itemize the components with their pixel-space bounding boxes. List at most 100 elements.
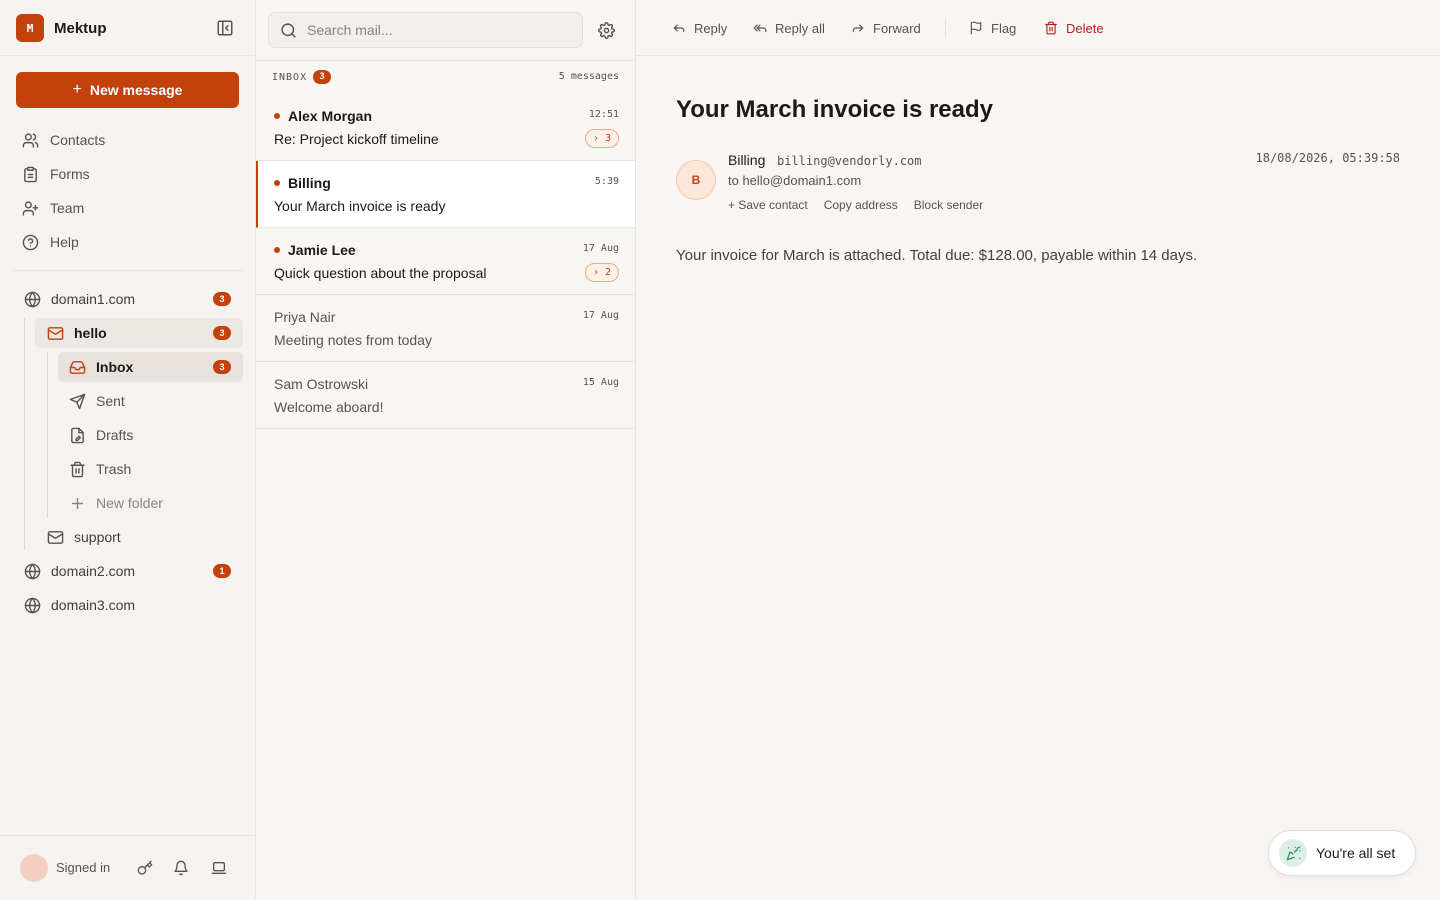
unread-badge: 3	[213, 360, 231, 374]
sender-name: Billing	[728, 152, 766, 168]
send-icon	[69, 393, 86, 409]
account-domain1[interactable]: domain1.com 3	[12, 284, 243, 314]
unread-badge: 3	[213, 292, 231, 306]
message-sender: Jamie Lee	[288, 242, 356, 258]
account-label: domain3.com	[51, 597, 136, 613]
unread-badge: 1	[213, 564, 231, 578]
account-label: domain2.com	[51, 563, 136, 579]
delete-label: Delete	[1066, 20, 1104, 36]
globe-icon	[24, 563, 41, 579]
mailbox-label: support	[74, 529, 121, 545]
search-input[interactable]	[307, 22, 567, 38]
new-folder-button[interactable]: New folder	[58, 488, 243, 518]
user-avatar[interactable]	[20, 854, 48, 882]
key-icon[interactable]	[137, 860, 153, 876]
folder-label: Sent	[96, 393, 125, 409]
plus-icon	[71, 497, 84, 509]
status-toast[interactable]: You're all set	[1268, 830, 1416, 876]
recipient-line: to hello@domain1.com	[728, 173, 862, 188]
message-date: 18/08/2026, 05:39:58	[1255, 151, 1401, 165]
message-row-selected[interactable]: Billing Your March invoice is ready 5:39	[256, 161, 635, 228]
new-message-label: New message	[89, 82, 183, 98]
unread-badge: 3	[313, 70, 332, 84]
mailbox-support[interactable]: support	[35, 522, 243, 552]
help-circle-icon	[22, 234, 39, 250]
reading-pane: Reply Reply all Forward Flag Delete Your…	[636, 0, 1440, 900]
message-sender: Billing	[288, 175, 331, 191]
mail-icon	[47, 326, 64, 340]
thread-count-badge[interactable]: › 3	[585, 129, 619, 148]
message-subject: Your March invoice is ready	[274, 198, 446, 214]
reply-label: Reply	[694, 20, 728, 36]
reply-all-button[interactable]: Reply all	[753, 18, 825, 38]
folder-trash[interactable]: Trash	[58, 454, 243, 484]
folder-drafts[interactable]: Drafts	[58, 420, 243, 450]
sender-email: billing@vendorly.com	[777, 154, 922, 168]
mailbox-label: hello	[74, 325, 107, 341]
account-domain3[interactable]: domain3.com	[12, 590, 243, 620]
message-subject-heading: Your March invoice is ready	[676, 96, 994, 123]
unread-dot	[274, 180, 280, 186]
new-message-button[interactable]: + New message	[16, 72, 239, 108]
laptop-icon[interactable]	[211, 860, 227, 876]
message-subject: Re: Project kickoff timeline	[274, 131, 439, 147]
thread-count-badge[interactable]: › 2	[585, 263, 619, 282]
account-domain2[interactable]: domain2.com 1	[12, 556, 243, 586]
nav-item-team[interactable]: Team	[22, 197, 84, 219]
message-sender: Alex Morgan	[288, 108, 373, 124]
block-sender-link[interactable]: Block sender	[914, 198, 983, 212]
message-sender: Priya Nair	[274, 309, 336, 325]
message-subject: Welcome aboard!	[274, 399, 384, 415]
flag-button[interactable]: Flag	[969, 18, 1016, 38]
message-time: 12:51	[588, 109, 619, 120]
brand: M Mektup	[16, 14, 107, 42]
forward-icon	[852, 24, 864, 33]
message-list-pane: INBOX 3 5 messages Alex Morgan Re: Proje…	[256, 0, 636, 900]
trash-icon	[1045, 21, 1057, 35]
draft-file-icon	[71, 427, 84, 443]
reply-button[interactable]: Reply	[672, 18, 727, 38]
folder-label: New folder	[96, 495, 163, 511]
divider	[0, 835, 255, 836]
delete-button[interactable]: Delete	[1044, 18, 1104, 38]
users-icon	[22, 132, 39, 148]
nav-item-label: Help	[50, 234, 79, 250]
message-row[interactable]: Priya Nair Meeting notes from today 17 A…	[256, 295, 635, 362]
message-time: 15 Aug	[582, 377, 619, 388]
party-popper-icon	[1279, 839, 1307, 867]
message-row[interactable]: Jamie Lee Quick question about the propo…	[256, 228, 635, 295]
message-toolbar: Reply Reply all Forward Flag Delete	[636, 0, 1440, 56]
message-count: 5 messages	[558, 71, 619, 82]
nav-item-help[interactable]: Help	[22, 231, 79, 253]
forward-button[interactable]: Forward	[851, 18, 921, 38]
reply-all-label: Reply all	[775, 20, 825, 36]
unread-dot	[274, 113, 280, 119]
inbox-icon	[69, 360, 86, 374]
nav-item-contacts[interactable]: Contacts	[22, 129, 105, 151]
folder-sent[interactable]: Sent	[58, 386, 243, 416]
divider	[12, 270, 243, 271]
nav-item-forms[interactable]: Forms	[22, 163, 90, 185]
mailbox-hello[interactable]: hello 3	[35, 318, 243, 348]
divider	[0, 55, 255, 56]
sidebar-collapse-icon[interactable]	[216, 19, 234, 37]
tree-guide-line	[24, 318, 25, 550]
search-box[interactable]	[268, 12, 583, 48]
account-label: domain1.com	[51, 291, 136, 307]
flag-label: Flag	[991, 20, 1017, 36]
copy-address-link[interactable]: Copy address	[824, 198, 898, 212]
gear-icon[interactable]	[598, 22, 615, 39]
flag-icon	[970, 21, 982, 35]
app-logo: M	[16, 14, 44, 42]
message-row[interactable]: Sam Ostrowski Welcome aboard! 15 Aug	[256, 362, 635, 429]
message-time: 17 Aug	[582, 243, 619, 254]
list-header: INBOX 3	[272, 70, 332, 84]
folder-inbox[interactable]: Inbox 3	[58, 352, 243, 382]
bell-icon[interactable]	[173, 860, 189, 876]
save-contact-link[interactable]: + Save contact	[728, 198, 808, 212]
sender-actions: + Save contact Copy address Block sender	[728, 198, 999, 212]
message-time: 5:39	[594, 176, 619, 187]
trash-icon	[70, 461, 85, 477]
message-row[interactable]: Alex Morgan Re: Project kickoff timeline…	[256, 94, 635, 161]
forward-label: Forward	[873, 20, 921, 36]
